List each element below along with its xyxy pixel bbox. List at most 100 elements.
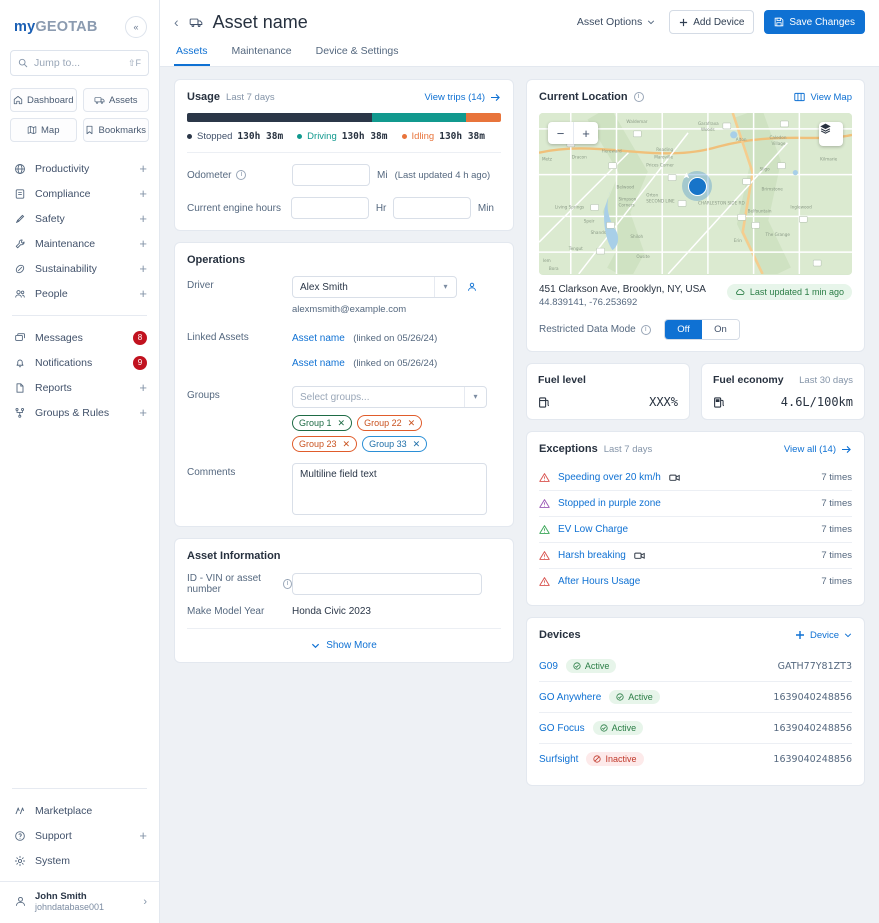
- sidebar-item-people[interactable]: People +: [0, 281, 159, 306]
- group-chip[interactable]: Group 23 ✕: [292, 436, 357, 452]
- exception-name[interactable]: Harsh breaking: [558, 550, 626, 561]
- device-name[interactable]: GO Anywhere: [539, 692, 601, 703]
- search-input[interactable]: Jump to... ⇧F: [10, 50, 149, 76]
- groups-select[interactable]: Select groups... ▾: [292, 386, 487, 408]
- current-location-header: Current Location i View Map: [539, 91, 852, 103]
- notifications-badge: 9: [133, 356, 147, 370]
- driver-select[interactable]: Alex Smith ▾: [292, 276, 457, 298]
- info-icon[interactable]: i: [283, 579, 292, 589]
- linked-assets-row: Linked Assets Asset name (linked on 05/2…: [187, 328, 501, 378]
- exception-name[interactable]: After Hours Usage: [558, 576, 640, 587]
- view-map-link[interactable]: View Map: [794, 92, 852, 103]
- engine-hours-input[interactable]: [291, 197, 369, 219]
- user-profile[interactable]: John Smith johndatabase001 ›: [0, 881, 159, 923]
- exception-name[interactable]: Speeding over 20 km/h: [558, 472, 661, 483]
- location-details: 451 Clarkson Ave, Brooklyn, NY, USA 44.8…: [539, 284, 852, 308]
- info-icon[interactable]: i: [236, 170, 246, 180]
- collapse-sidebar-button[interactable]: «: [125, 16, 147, 38]
- remove-chip-icon[interactable]: ✕: [413, 439, 421, 450]
- toggle-off-option[interactable]: Off: [665, 320, 702, 339]
- expand-icon[interactable]: +: [139, 187, 147, 200]
- sidebar-item-support-label: Support: [35, 830, 130, 842]
- map-icon: [794, 92, 805, 102]
- view-all-exceptions-link[interactable]: View all (14): [784, 444, 852, 455]
- info-icon[interactable]: i: [634, 92, 644, 102]
- linked-asset-link[interactable]: Asset name: [292, 358, 345, 369]
- tab-assets[interactable]: Assets: [174, 40, 210, 66]
- asset-id-input[interactable]: [292, 573, 482, 595]
- sidebar-item-safety[interactable]: Safety +: [0, 206, 159, 231]
- group-chip-label: Group 23: [299, 439, 337, 449]
- device-name[interactable]: Surfsight: [539, 754, 578, 765]
- tab-maintenance[interactable]: Maintenance: [230, 40, 294, 66]
- sidebar-item-notifications[interactable]: Notifications 9: [0, 350, 159, 375]
- sidebar-item-messages[interactable]: Messages 8: [0, 325, 159, 350]
- sidebar-item-sustainability[interactable]: Sustainability +: [0, 256, 159, 281]
- add-device-dropdown[interactable]: Device: [795, 630, 852, 641]
- expand-icon[interactable]: +: [139, 287, 147, 300]
- quick-action-bookmarks[interactable]: Bookmarks: [83, 118, 150, 142]
- expand-icon[interactable]: +: [139, 237, 147, 250]
- map-layers-button[interactable]: [819, 122, 843, 146]
- expand-icon[interactable]: +: [139, 212, 147, 225]
- toggle-on-option[interactable]: On: [702, 320, 739, 339]
- svg-text:Reading: Reading: [656, 147, 673, 152]
- expand-icon[interactable]: +: [139, 162, 147, 175]
- operations-card-header: Operations: [187, 254, 501, 266]
- svg-text:Shiloh: Shiloh: [630, 234, 643, 239]
- linked-asset-link[interactable]: Asset name: [292, 333, 345, 344]
- sidebar-item-system[interactable]: System: [0, 848, 159, 873]
- exception-name[interactable]: EV Low Charge: [558, 524, 628, 535]
- quick-action-dashboard[interactable]: Dashboard: [10, 88, 77, 112]
- map-zoom-in-button[interactable]: +: [573, 122, 598, 144]
- sidebar-item-groups-rules[interactable]: Groups & Rules +: [0, 400, 159, 425]
- expand-icon[interactable]: +: [139, 406, 147, 419]
- remove-chip-icon[interactable]: ✕: [338, 418, 346, 429]
- engine-minutes-input[interactable]: [393, 197, 471, 219]
- remove-chip-icon[interactable]: ✕: [343, 439, 351, 450]
- home-icon: [13, 95, 23, 105]
- driver-row: Driver Alex Smith ▾ alexmsmith@example.c…: [187, 276, 501, 315]
- comments-textarea[interactable]: Multiline field text: [292, 463, 487, 515]
- video-icon[interactable]: [669, 473, 680, 482]
- show-more-button[interactable]: Show More: [187, 628, 501, 651]
- cloud-icon: [735, 288, 745, 296]
- sidebar-item-productivity[interactable]: Productivity +: [0, 156, 159, 181]
- expand-icon[interactable]: +: [139, 381, 147, 394]
- video-icon[interactable]: [634, 551, 645, 560]
- back-button[interactable]: ‹: [174, 14, 179, 30]
- asset-options-button[interactable]: Asset Options: [573, 16, 659, 28]
- quick-action-map[interactable]: Map: [10, 118, 77, 142]
- vehicle-marker[interactable]: [682, 171, 712, 201]
- save-changes-button[interactable]: Save Changes: [764, 10, 865, 34]
- device-name[interactable]: GO Focus: [539, 723, 585, 734]
- driver-label: Driver: [187, 276, 292, 315]
- linked-asset-item: Asset name (linked on 05/26/24): [292, 328, 501, 346]
- odometer-input[interactable]: [292, 164, 370, 186]
- exception-name[interactable]: Stopped in purple zone: [558, 498, 661, 509]
- location-map[interactable]: WaldemarGarafraxaWoods MetzDraconHerewar…: [539, 113, 852, 275]
- expand-icon[interactable]: +: [139, 829, 147, 842]
- sidebar-item-support[interactable]: Support +: [0, 823, 159, 848]
- remove-chip-icon[interactable]: ✕: [408, 418, 416, 429]
- device-name[interactable]: G09: [539, 661, 558, 672]
- tab-device-settings[interactable]: Device & Settings: [314, 40, 401, 66]
- current-location-title: Current Location: [539, 91, 628, 103]
- driver-person-icon[interactable]: [466, 281, 478, 293]
- group-chip[interactable]: Group 33 ✕: [362, 436, 427, 452]
- svg-text:CHARLESTON SIDE RD: CHARLESTON SIDE RD: [698, 200, 745, 205]
- group-chip[interactable]: Group 22 ✕: [357, 415, 422, 431]
- quick-action-assets[interactable]: Assets: [83, 88, 150, 112]
- map-zoom-out-button[interactable]: −: [548, 122, 573, 144]
- sidebar-item-compliance[interactable]: Compliance +: [0, 181, 159, 206]
- info-icon[interactable]: i: [641, 325, 651, 335]
- add-device-button[interactable]: Add Device: [669, 10, 754, 34]
- expand-icon[interactable]: +: [139, 262, 147, 275]
- sidebar-item-marketplace[interactable]: Marketplace: [0, 798, 159, 823]
- sidebar-item-maintenance[interactable]: Maintenance +: [0, 231, 159, 256]
- save-icon: [774, 17, 784, 27]
- svg-text:Kilmarie: Kilmarie: [820, 157, 837, 162]
- view-trips-link[interactable]: View trips (14): [424, 92, 501, 103]
- group-chip[interactable]: Group 1 ✕: [292, 415, 352, 431]
- sidebar-item-reports[interactable]: Reports +: [0, 375, 159, 400]
